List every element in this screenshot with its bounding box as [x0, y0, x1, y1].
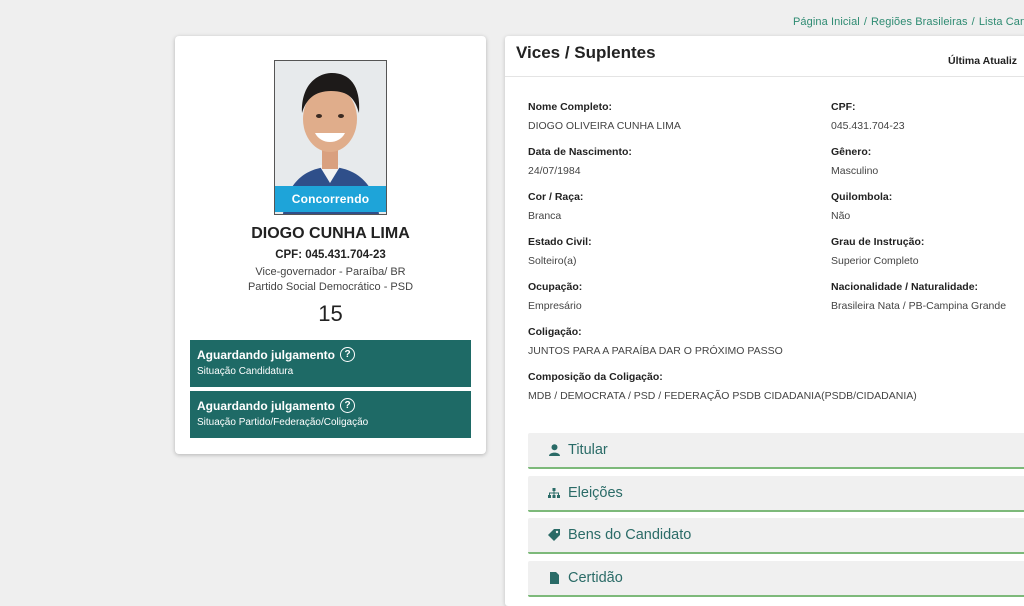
status-candidatura-title: Aguardando julgamento [197, 347, 335, 362]
candidate-office: Vice-governador - Paraíba/ BR [255, 266, 406, 278]
field-value: Masculino [831, 165, 879, 177]
status-candidatura-subtitle: Situação Candidatura [197, 366, 294, 377]
sitemap-icon [546, 487, 562, 499]
field-value: 045.431.704-23 [831, 120, 905, 132]
document-icon [546, 572, 562, 584]
breadcrumb-lista-link[interactable]: Lista Can [979, 16, 1024, 28]
field-value: JUNTOS PARA A PARAÍBA DAR O PRÓXIMO PASS… [528, 345, 783, 357]
field-label: Data de Nascimento: [528, 146, 632, 158]
field-value: DIOGO OLIVEIRA CUNHA LIMA [528, 120, 681, 132]
field-value: Não [831, 210, 851, 222]
help-icon[interactable]: ? [340, 347, 355, 362]
breadcrumb-regioes-link[interactable]: Regiões Brasileiras [871, 16, 968, 28]
panel-title: Vices / Suplentes [516, 43, 656, 62]
candidate-card: Concorrendo DIOGO CUNHA LIMA CPF: 045.43… [175, 36, 486, 454]
field-label: CPF: [831, 101, 856, 113]
field-value: Superior Completo [831, 255, 919, 267]
field-value: 24/07/1984 [528, 165, 581, 177]
breadcrumb: Página Inicial / Regiões Brasileiras / Lista… [793, 16, 1024, 28]
field-label: Estado Civil: [528, 236, 592, 248]
field-genero: Gênero: Masculino [831, 146, 878, 177]
accordion-label: Eleições [568, 485, 623, 501]
tag-icon [546, 529, 562, 541]
field-label: Nome Completo: [528, 101, 612, 113]
accordion-label: Bens do Candidato [568, 527, 692, 543]
field-label: Coligação: [528, 326, 582, 338]
breadcrumb-separator: / [863, 16, 867, 28]
field-coligacao: Coligação: JUNTOS PARA A PARAÍBA DAR O P… [528, 326, 783, 357]
field-cpf: CPF: 045.431.704-23 [831, 101, 905, 132]
accordion-label: Certidão [568, 570, 623, 586]
field-estado-civil: Estado Civil: Solteiro(a) [528, 236, 592, 267]
accordion-label: Titular [568, 442, 608, 458]
breadcrumb-separator: / [971, 16, 975, 28]
field-ocupacao: Ocupação: Empresário [528, 281, 582, 312]
last-update-label: Última Atualiz [948, 55, 1018, 67]
field-value: MDB / DEMOCRATA / PSD / FEDERAÇÃO PSDB C… [528, 390, 917, 402]
field-value: Empresário [528, 300, 582, 312]
field-label: Quilombola: [831, 191, 893, 203]
field-nascimento: Data de Nascimento: 24/07/1984 [528, 146, 632, 177]
accordion-bens[interactable]: Bens do Candidato [528, 518, 1024, 554]
field-label: Grau de Instrução: [831, 236, 925, 248]
field-instrucao: Grau de Instrução: Superior Completo [831, 236, 924, 267]
field-value: Branca [528, 210, 562, 222]
field-value: Brasileira Nata / PB-Campina Grande [831, 300, 1007, 312]
field-composicao: Composição da Coligação: MDB / DEMOCRATA… [528, 371, 917, 402]
vices-panel: Vices / Suplentes Última Atualiz Nome Co… [505, 36, 1024, 606]
status-pill: Concorrendo [275, 186, 386, 212]
candidate-name: DIOGO CUNHA LIMA [251, 225, 410, 242]
status-partido-title: Aguardando julgamento [197, 398, 335, 413]
field-label: Cor / Raça: [528, 191, 584, 203]
field-label: Gênero: [831, 146, 872, 158]
candidate-number: 15 [318, 301, 343, 326]
status-partido-box: Aguardando julgamento? Situação Partido/… [190, 391, 471, 438]
help-icon[interactable]: ? [340, 398, 355, 413]
breadcrumb-home-link[interactable]: Página Inicial [793, 16, 860, 28]
field-cor: Cor / Raça: Branca [528, 191, 583, 222]
accordion-eleicoes[interactable]: Eleições [528, 476, 1024, 512]
candidate-cpf: CPF: 045.431.704-23 [275, 249, 386, 261]
field-label: Nacionalidade / Naturalidade: [831, 281, 979, 293]
panel-header: Vices / Suplentes Última Atualiz [505, 36, 1024, 77]
user-icon [546, 444, 562, 456]
field-nome: Nome Completo: DIOGO OLIVEIRA CUNHA LIMA [528, 101, 681, 132]
accordion-titular[interactable]: Titular [528, 433, 1024, 469]
field-label: Composição da Coligação: [528, 371, 663, 383]
field-label: Ocupação: [528, 281, 583, 293]
field-quilombola: Quilombola: Não [831, 191, 892, 222]
status-candidatura-box: Aguardando julgamento? Situação Candidat… [190, 340, 471, 387]
field-value: Solteiro(a) [528, 255, 577, 267]
field-nacionalidade: Nacionalidade / Naturalidade: Brasileira… [831, 281, 1006, 312]
status-partido-subtitle: Situação Partido/Federação/Coligação [197, 417, 369, 428]
candidate-party: Partido Social Democrático - PSD [247, 281, 414, 293]
